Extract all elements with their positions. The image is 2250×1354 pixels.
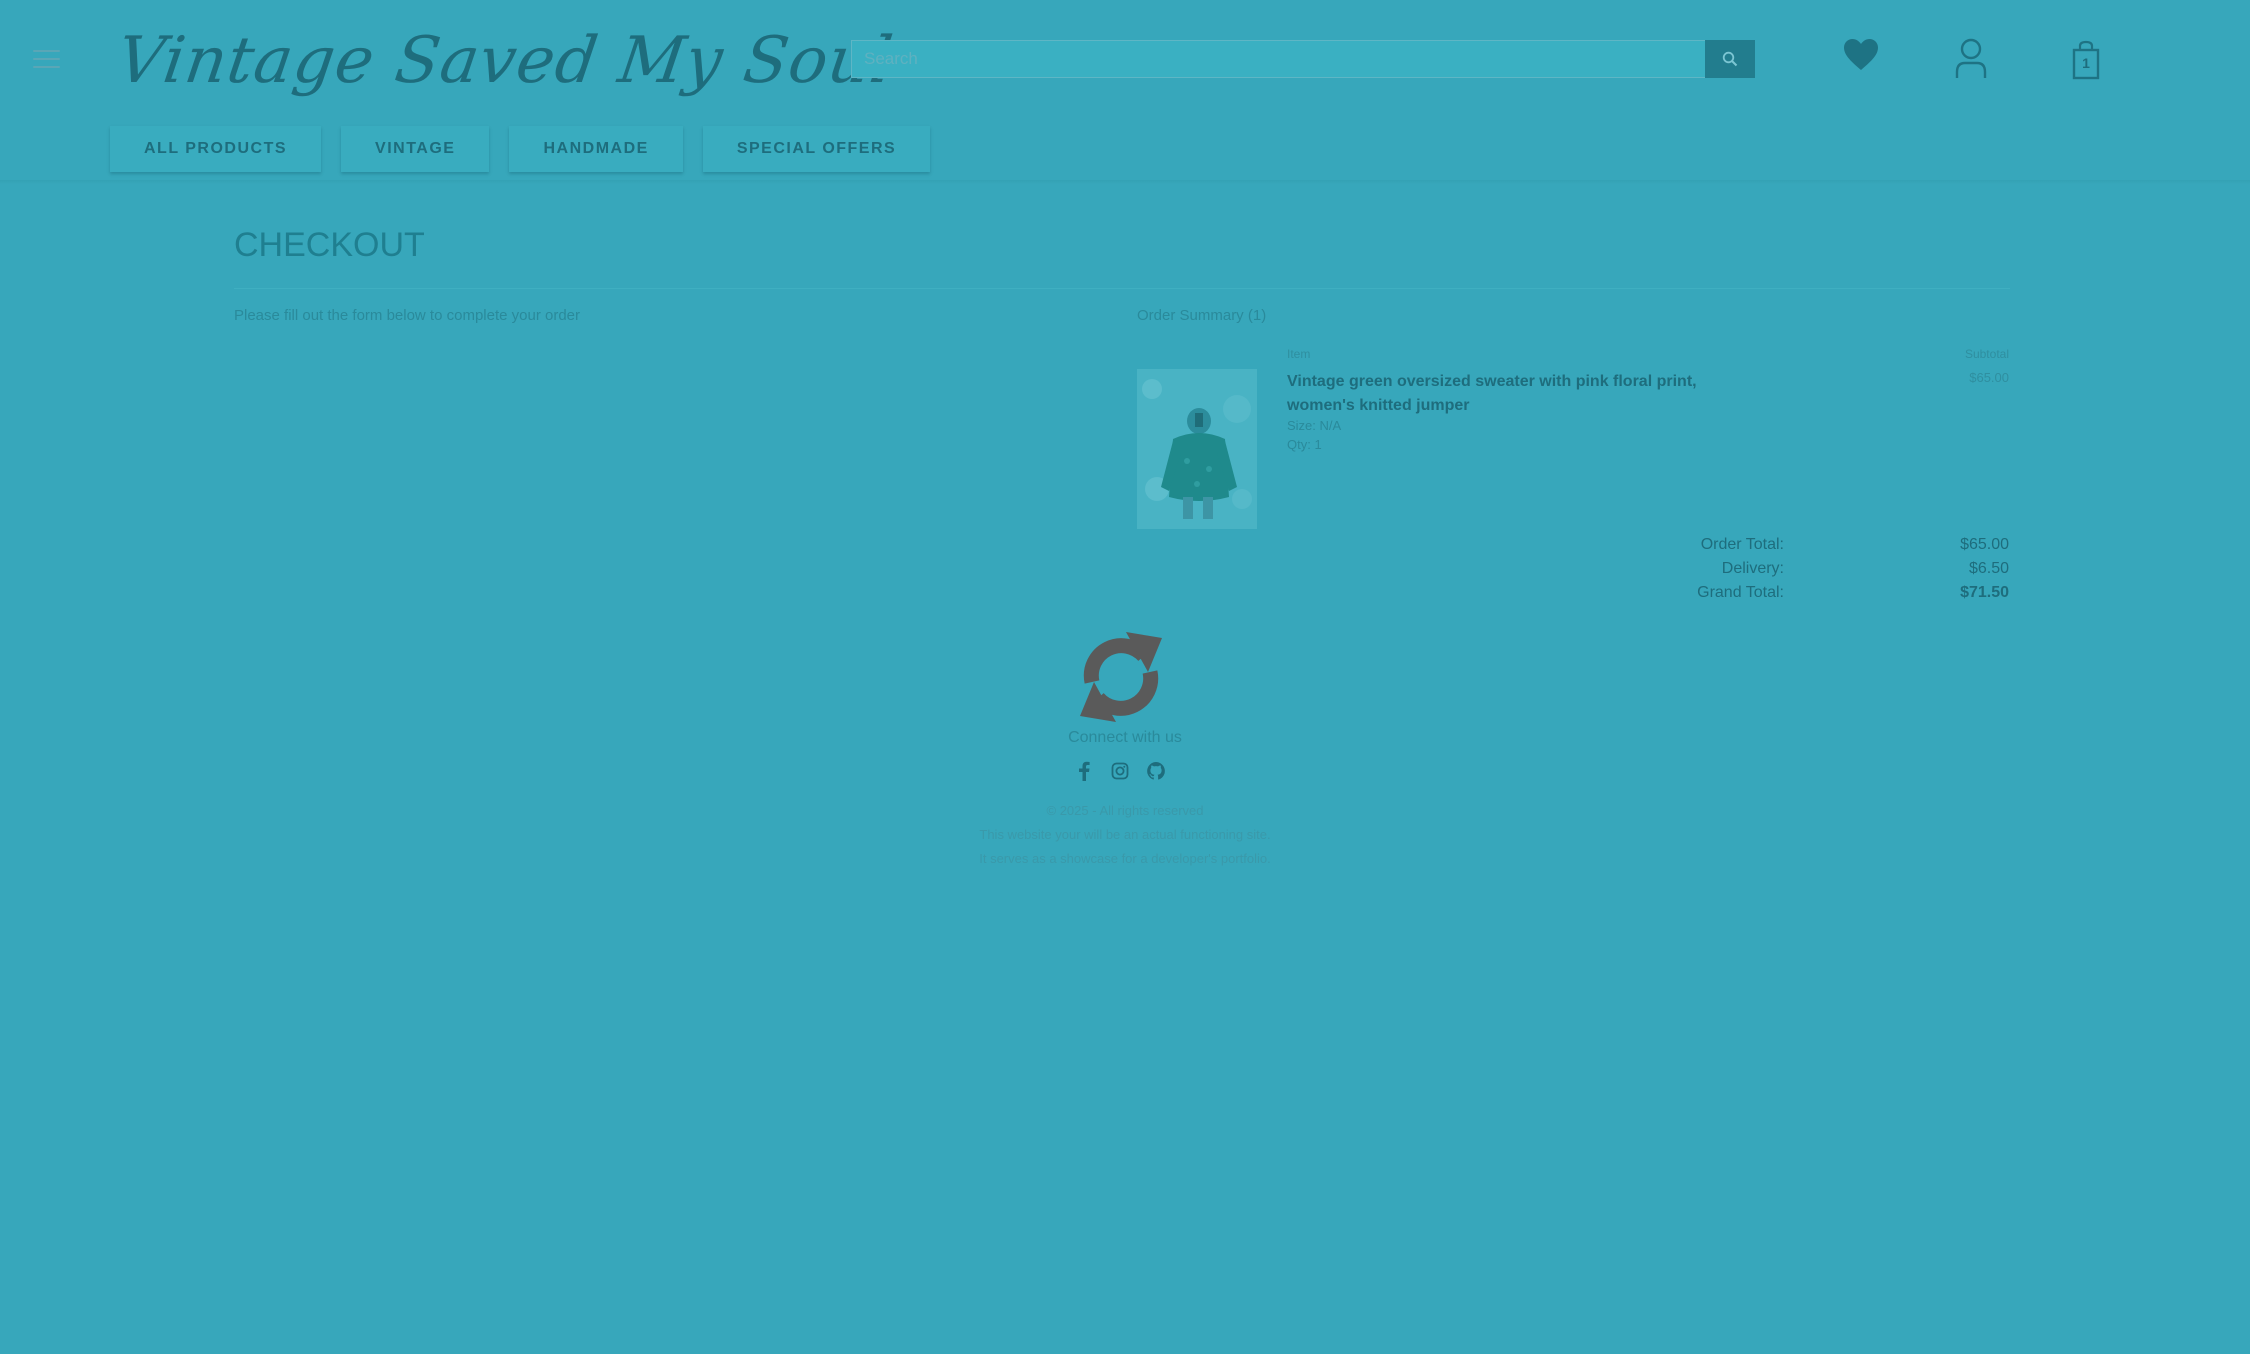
search-icon: [1722, 51, 1738, 67]
product-thumbnail[interactable]: [1137, 369, 1257, 529]
product-subtotal: $65.00: [1969, 370, 2009, 385]
nav-divider: [0, 180, 2250, 184]
item-column-header: Item: [1287, 347, 1311, 361]
nav-all-products[interactable]: ALL PRODUCTS: [110, 126, 322, 172]
subtotal-column-header: Subtotal: [1964, 347, 2009, 361]
checkout-intro: Please fill out the form below to comple…: [234, 307, 581, 324]
menu-button[interactable]: [33, 50, 60, 70]
nav-handmade[interactable]: HANDMADE: [509, 126, 683, 172]
product-size: Size: N/A: [1287, 418, 1342, 433]
search-input[interactable]: [852, 41, 1705, 77]
search-bar: [851, 40, 1755, 78]
product-image: [1137, 369, 1257, 529]
delivery-value: $6.50: [1968, 560, 2009, 577]
wishlist-button[interactable]: [1843, 38, 1879, 76]
title-divider: [234, 288, 2010, 289]
social-links: [1073, 760, 1173, 784]
order-total-value: $65.00: [1960, 536, 2009, 553]
refresh-icon: [1080, 632, 1162, 722]
site-logo[interactable]: Vintage Saved My Soul: [112, 16, 898, 106]
order-summary-title: Order Summary (1): [1137, 307, 1267, 324]
delivery-label: Delivery:: [1721, 560, 1784, 577]
copyright-text: © 2025 - All rights reserved: [1046, 803, 1204, 818]
github-link[interactable]: [1145, 760, 1167, 782]
loading-spinner: [1056, 622, 1186, 732]
instagram-icon: [1111, 762, 1129, 780]
search-button[interactable]: [1705, 40, 1755, 78]
cart-button[interactable]: 1: [2072, 40, 2100, 80]
heart-icon: [1844, 39, 1878, 70]
product-quantity: Qty: 1: [1287, 437, 1322, 452]
facebook-icon: [1079, 761, 1090, 781]
hamburger-icon: [33, 50, 60, 52]
instagram-link[interactable]: [1109, 760, 1131, 782]
facebook-link[interactable]: [1073, 760, 1095, 782]
disclaimer-line-2: It serves as a showcase for a developer'…: [979, 851, 1271, 866]
account-button[interactable]: [1955, 38, 1987, 84]
grand-total-label: Grand Total:: [1697, 584, 1784, 601]
disclaimer-line-1: This website your will be an actual func…: [979, 827, 1271, 842]
main-nav: ALL PRODUCTS VINTAGE HANDMADE SPECIAL OF…: [110, 126, 931, 172]
nav-vintage[interactable]: VINTAGE: [341, 126, 490, 172]
order-total-label: Order Total:: [1700, 536, 1784, 553]
github-icon: [1147, 762, 1165, 780]
user-icon: [1955, 38, 1987, 78]
product-name[interactable]: Vintage green oversized sweater with pin…: [1287, 370, 1767, 418]
cart-count-badge: 1: [2082, 55, 2090, 71]
nav-special-offers[interactable]: SPECIAL OFFERS: [702, 126, 931, 172]
page-title: CHECKOUT: [234, 226, 425, 264]
connect-heading: Connect with us: [1068, 729, 1182, 746]
grand-total-value: $71.50: [1960, 584, 2009, 601]
